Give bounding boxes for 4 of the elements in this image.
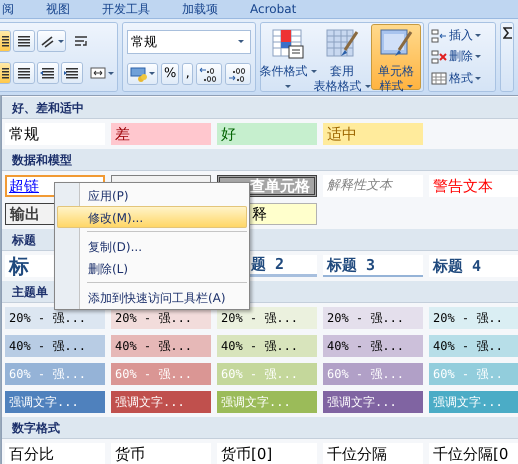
dropdown-value: 常规 [131, 34, 157, 50]
section-header: 数据和模型 [2, 149, 518, 171]
section-header: 数字格式 [2, 417, 518, 439]
section-header: 好、差和适中 [2, 97, 518, 119]
